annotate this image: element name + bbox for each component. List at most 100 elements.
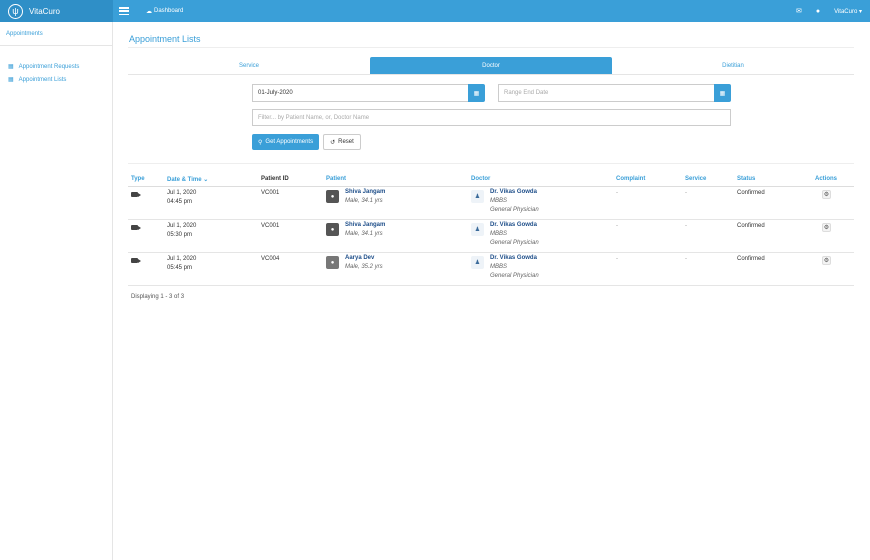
tab-dietitian[interactable]: Dietitian <box>612 57 854 74</box>
doctor-avatar: ♟ <box>471 256 484 269</box>
row-service: - <box>685 190 687 196</box>
doctor-cell: Dr. Vikas Gowda MBBS General Physician <box>490 255 539 279</box>
page-title: Appointment Lists <box>129 34 201 44</box>
row-date-time: Jul 1, 2020 04:45 pm <box>167 190 196 205</box>
table-row: Jul 1, 2020 04:45 pm VC001 ● Shiva Janga… <box>128 187 854 220</box>
dashboard-icon: ☁ <box>146 8 152 15</box>
sidebar-item-label: Appointment Lists <box>18 76 67 83</box>
header-doctor: Doctor <box>471 176 491 182</box>
search-icon: ⚲ <box>258 139 263 146</box>
divider <box>128 163 854 164</box>
header-service: Service <box>685 176 707 182</box>
header-type: Type <box>131 176 145 182</box>
patient-avatar: ● <box>326 190 339 203</box>
header-status: Status <box>737 176 756 182</box>
calendar-icon: ▦ <box>8 77 14 83</box>
top-navbar: ψ VitaCuro ☁ Dashboard ✉ ● VitaCuro ▾ <box>0 0 870 22</box>
calendar-icon: ▦ <box>473 90 480 97</box>
doctor-degree: MBBS <box>490 198 508 204</box>
calendar-icon: ▦ <box>719 90 726 97</box>
menu-toggle-icon[interactable] <box>119 7 129 15</box>
user-menu[interactable]: VitaCuro ▾ <box>834 8 862 15</box>
reset-button[interactable]: ↺ Reset <box>323 134 361 150</box>
filter-input[interactable]: Filter... by Patient Name, or, Doctor Na… <box>252 109 731 126</box>
get-appointments-button[interactable]: ⚲ Get Appointments <box>252 134 320 150</box>
doctor-degree: MBBS <box>490 231 508 237</box>
patient-info: Male, 35.2 yrs <box>345 264 383 270</box>
gear-icon[interactable]: ⚙ <box>822 256 831 265</box>
patient-cell: Shiva Jangam Male, 34.1 yrs <box>345 189 385 204</box>
header-date-time[interactable]: Date & Time ⌄ <box>167 176 208 183</box>
tab-service[interactable]: Service <box>128 57 370 74</box>
row-patient-id: VC001 <box>261 223 280 229</box>
sidebar-heading[interactable]: Appointments <box>0 22 112 46</box>
doctor-name-link[interactable]: Dr. Vikas Gowda <box>490 222 539 228</box>
row-date-time: Jul 1, 2020 05:45 pm <box>167 256 196 271</box>
row-actions[interactable]: ⚙ <box>822 190 831 199</box>
patient-name-link[interactable]: Aarya Dev <box>345 255 383 261</box>
row-service: - <box>685 256 687 262</box>
row-date: Jul 1, 2020 <box>167 190 197 196</box>
patient-cell: Aarya Dev Male, 35.2 yrs <box>345 255 383 270</box>
dashboard-label: Dashboard <box>154 8 184 14</box>
end-calendar-button[interactable]: ▦ <box>714 84 731 102</box>
patient-avatar: ● <box>326 223 339 236</box>
main-content: Appointment Lists Service Doctor Dietiti… <box>113 22 870 560</box>
vitacuro-logo-icon: ψ <box>8 3 23 19</box>
row-time: 05:30 pm <box>167 232 193 238</box>
video-camera-icon <box>131 192 141 199</box>
tab-doctor[interactable]: Doctor <box>370 57 612 74</box>
patient-cell: Shiva Jangam Male, 34.1 yrs <box>345 222 385 237</box>
end-date-input[interactable]: Range End Date <box>498 84 714 102</box>
mail-icon[interactable]: ✉ <box>796 7 802 15</box>
row-status: Confirmed <box>737 223 765 229</box>
gear-icon[interactable]: ⚙ <box>822 190 831 199</box>
start-date-input[interactable]: 01-July-2020 <box>252 84 468 102</box>
row-actions[interactable]: ⚙ <box>822 223 831 232</box>
row-actions[interactable]: ⚙ <box>822 256 831 265</box>
patient-avatar: ● <box>326 256 339 269</box>
pagination-summary: Displaying 1 - 3 of 3 <box>131 294 185 300</box>
doctor-cell: Dr. Vikas Gowda MBBS General Physician <box>490 189 539 213</box>
patient-info: Male, 34.1 yrs <box>345 198 383 204</box>
gear-icon[interactable]: ⚙ <box>822 223 831 232</box>
row-patient-id: VC004 <box>261 256 280 262</box>
row-time: 04:45 pm <box>167 199 193 205</box>
doctor-cell: Dr. Vikas Gowda MBBS General Physician <box>490 222 539 246</box>
row-complaint: - <box>616 190 618 196</box>
sidebar-item-appointment-lists[interactable]: ▦ Appointment Lists <box>0 73 112 86</box>
row-status: Confirmed <box>737 190 765 196</box>
doctor-avatar: ♟ <box>471 223 484 236</box>
row-date: Jul 1, 2020 <box>167 223 197 229</box>
header-actions: Actions <box>815 176 838 182</box>
patient-name-link[interactable]: Shiva Jangam <box>345 222 385 228</box>
divider <box>128 47 854 48</box>
doctor-specialty: General Physician <box>490 240 539 246</box>
row-status: Confirmed <box>737 256 765 262</box>
header-patient: Patient <box>326 176 347 182</box>
patient-name-link[interactable]: Shiva Jangam <box>345 189 385 195</box>
user-menu-label: VitaCuro <box>834 8 858 15</box>
row-date-time: Jul 1, 2020 05:30 pm <box>167 223 196 238</box>
header-patient-id: Patient ID <box>261 176 289 182</box>
doctor-name-link[interactable]: Dr. Vikas Gowda <box>490 189 539 195</box>
bell-icon[interactable]: ● <box>816 8 820 15</box>
calendar-icon: ▦ <box>8 64 14 70</box>
get-appointments-label: Get Appointments <box>265 139 314 145</box>
sort-chevron-down-icon: ⌄ <box>203 177 209 183</box>
reset-icon: ↺ <box>330 139 336 146</box>
video-camera-icon <box>131 258 141 265</box>
row-service: - <box>685 223 687 229</box>
video-camera-icon <box>131 225 141 232</box>
appointments-table: Type Date & Time ⌄ Patient ID Patient Do… <box>128 173 854 286</box>
sidebar-item-appointment-requests[interactable]: ▦ Appointment Requests <box>0 60 112 73</box>
doctor-name-link[interactable]: Dr. Vikas Gowda <box>490 255 539 261</box>
doctor-specialty: General Physician <box>490 207 539 213</box>
row-complaint: - <box>616 256 618 262</box>
doctor-degree: MBBS <box>490 264 508 270</box>
brand[interactable]: ψ VitaCuro <box>0 0 113 22</box>
header-complaint: Complaint <box>616 176 646 182</box>
dashboard-link[interactable]: ☁ Dashboard <box>146 8 183 15</box>
sidebar: Appointments ▦ Appointment Requests ▦ Ap… <box>0 22 113 560</box>
start-calendar-button[interactable]: ▦ <box>468 84 485 102</box>
